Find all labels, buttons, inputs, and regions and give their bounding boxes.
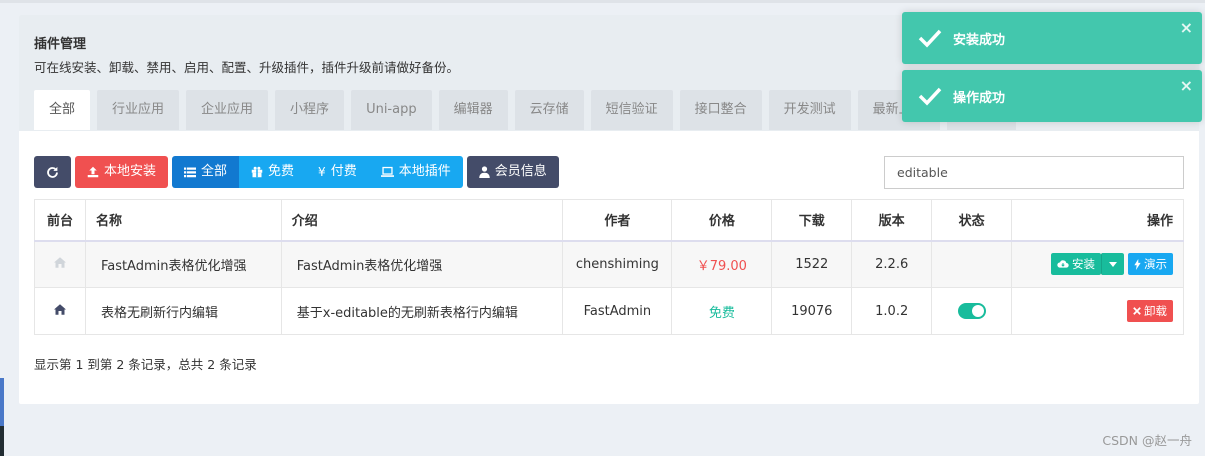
plugin-author[interactable]: chenshiming <box>562 240 673 288</box>
install-button-group: 安装 <box>1051 253 1124 276</box>
filter-all-label: 全部 <box>201 164 228 179</box>
table-row: FastAdmin表格优化增强 FastAdmin表格优化增强 chenshim… <box>34 240 1184 288</box>
tab-all[interactable]: 全部 <box>34 90 91 130</box>
local-install-label: 本地安装 <box>104 164 157 179</box>
tab-miniprogram[interactable]: 小程序 <box>275 90 345 130</box>
plugin-downloads: 19076 <box>771 287 853 335</box>
filter-paid-button[interactable]: ¥ 付费 <box>306 156 369 188</box>
home-icon[interactable] <box>53 257 66 268</box>
column-header-version[interactable]: 版本 <box>851 199 933 242</box>
refresh-button[interactable] <box>34 156 71 188</box>
plugin-table: 前台 名称 介绍 作者 价格 下载 版本 状态 操作 FastAdmin表格优化… <box>34 199 1184 335</box>
cloud-download-icon <box>1057 260 1069 268</box>
tab-uniapp[interactable]: Uni-app <box>351 90 432 130</box>
filter-free-label: 免费 <box>268 164 295 179</box>
plugin-author[interactable]: FastAdmin <box>562 287 673 335</box>
column-header-actions[interactable]: 操作 <box>1011 199 1184 242</box>
table-row: 表格无刷新行内编辑 基于x-editable的无刷新表格行内编辑 FastAdm… <box>34 287 1184 335</box>
filter-local-plugin-button[interactable]: 本地插件 <box>368 156 463 188</box>
plugin-intro: 基于x-editable的无刷新表格行内编辑 <box>280 287 564 335</box>
toast-message: 安装成功 <box>953 32 1006 48</box>
filter-free-button[interactable]: 免费 <box>239 156 307 188</box>
column-header-status[interactable]: 状态 <box>931 199 1013 242</box>
tab-sms[interactable]: 短信验证 <box>590 90 673 130</box>
table-header: 前台 名称 介绍 作者 价格 下载 版本 状态 操作 <box>34 199 1184 242</box>
plugin-intro: FastAdmin表格优化增强 <box>280 240 564 288</box>
category-tabs: 全部 行业应用 企业应用 小程序 Uni-app 编辑器 云存储 短信验证 接口… <box>34 90 1023 130</box>
laptop-icon <box>380 166 394 177</box>
column-header-downloads[interactable]: 下载 <box>771 199 853 242</box>
uninstall-button[interactable]: 卸载 <box>1127 300 1173 322</box>
list-icon <box>184 167 197 178</box>
check-icon <box>917 83 943 109</box>
user-icon <box>478 166 490 178</box>
tab-industry[interactable]: 行业应用 <box>97 90 180 130</box>
demo-label: 演示 <box>1144 257 1167 272</box>
plugin-actions: 卸载 <box>1011 287 1184 335</box>
tab-dev-test[interactable]: 开发测试 <box>768 90 851 130</box>
column-header-price[interactable]: 价格 <box>671 199 773 242</box>
home-icon[interactable] <box>53 303 66 315</box>
filter-button-group: 全部 免费 ¥ 付费 本地插件 <box>172 156 463 188</box>
yen-icon: ¥ <box>318 165 326 179</box>
install-button[interactable]: 安装 <box>1051 253 1101 276</box>
column-header-author[interactable]: 作者 <box>562 199 673 242</box>
status-toggle[interactable] <box>957 303 986 319</box>
top-edge <box>0 0 1205 3</box>
tab-api[interactable]: 接口整合 <box>679 90 762 130</box>
plugin-downloads: 1522 <box>771 240 853 288</box>
check-icon <box>917 25 943 51</box>
member-info-button[interactable]: 会员信息 <box>466 156 559 188</box>
toast-success: 安装成功 × <box>902 12 1202 64</box>
toolbar: 本地安装 全部 免费 ¥ 付费 本地插件 会员信息 <box>34 156 559 188</box>
filter-all-button[interactable]: 全部 <box>172 156 240 188</box>
close-icon <box>1133 307 1141 315</box>
plugin-status <box>931 240 1013 288</box>
frontend-cell <box>34 287 86 335</box>
sidebar-edge <box>0 378 4 426</box>
plugin-price: ￥79.00 <box>671 240 773 288</box>
toast-success: 操作成功 × <box>902 70 1202 122</box>
column-header-intro[interactable]: 介绍 <box>280 199 564 242</box>
refresh-icon <box>47 166 58 178</box>
sidebar-edge-dark <box>0 426 4 456</box>
bolt-icon <box>1134 258 1141 270</box>
install-label: 安装 <box>1072 257 1095 272</box>
watermark: CSDN @赵一舟 <box>1102 433 1192 448</box>
demo-button[interactable]: 演示 <box>1128 253 1173 276</box>
member-info-label: 会员信息 <box>494 164 547 179</box>
column-header-name[interactable]: 名称 <box>84 199 282 242</box>
toast-message: 操作成功 <box>953 90 1006 106</box>
upload-icon <box>87 166 99 178</box>
plugin-name: 表格无刷新行内编辑 <box>84 287 282 335</box>
pagination-info: 显示第 1 到第 2 条记录，总共 2 条记录 <box>34 357 257 372</box>
tab-enterprise[interactable]: 企业应用 <box>186 90 269 130</box>
gift-icon <box>251 166 263 178</box>
install-dropdown-toggle[interactable] <box>1101 253 1124 276</box>
frontend-cell <box>34 240 86 288</box>
plugin-status <box>931 287 1013 335</box>
column-header-frontend[interactable]: 前台 <box>34 199 86 242</box>
plugin-version: 1.0.2 <box>851 287 933 335</box>
tab-cloud-storage[interactable]: 云存储 <box>514 90 584 130</box>
uninstall-label: 卸载 <box>1144 304 1167 318</box>
caret-down-icon <box>1109 261 1117 267</box>
plugin-version: 2.2.6 <box>851 240 933 288</box>
close-icon[interactable]: × <box>1180 18 1193 37</box>
close-icon[interactable]: × <box>1180 76 1193 95</box>
tab-editor[interactable]: 编辑器 <box>438 90 508 130</box>
plugin-name: FastAdmin表格优化增强 <box>84 240 282 288</box>
plugin-price: 免费 <box>671 287 773 335</box>
filter-local-plugin-label: 本地插件 <box>398 164 451 179</box>
filter-paid-label: 付费 <box>330 164 357 179</box>
search-input[interactable] <box>884 156 1184 189</box>
local-install-button[interactable]: 本地安装 <box>75 156 169 188</box>
plugin-actions: 安装 演示 <box>1011 240 1184 288</box>
